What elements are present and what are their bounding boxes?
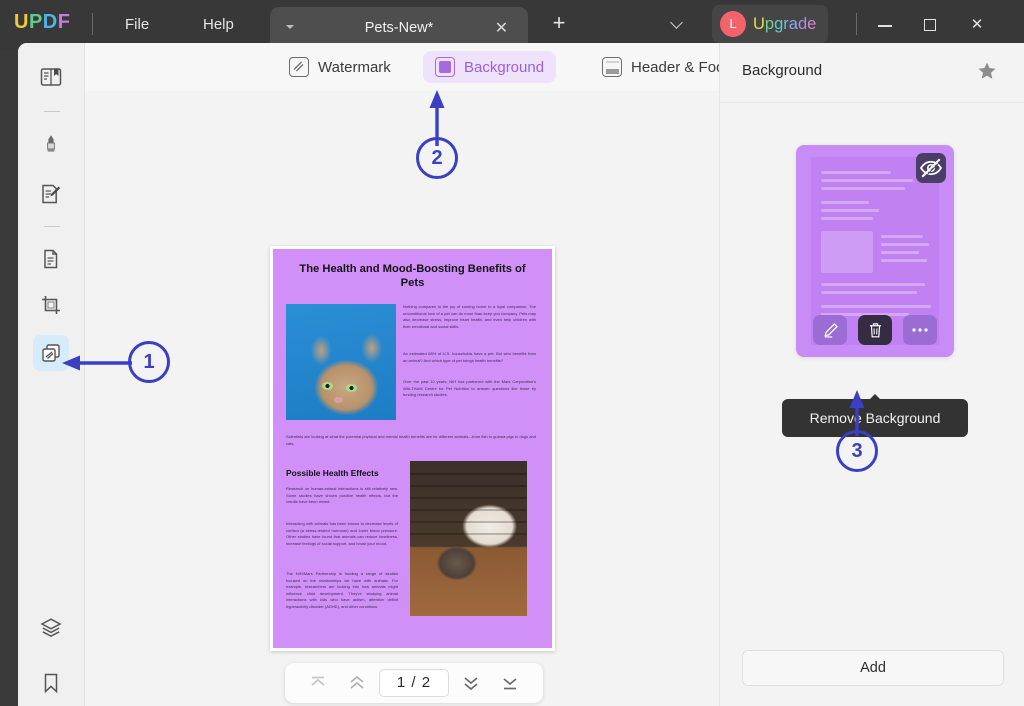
logo-letter-d: D — [42, 11, 58, 33]
sidebar-item-reader[interactable] — [33, 59, 69, 95]
bookmark-icon — [44, 673, 58, 694]
avatar[interactable]: L — [720, 11, 746, 37]
annotation-arrow-3 — [849, 390, 865, 436]
reader-book-icon — [40, 68, 62, 86]
edit-document-pencil-icon — [42, 184, 61, 204]
updf-logo: UPDF — [14, 11, 70, 34]
background-preview-card[interactable] — [796, 145, 954, 357]
document-section-heading: Possible Health Effects — [286, 468, 379, 478]
minimize-button[interactable] — [870, 10, 900, 40]
sidebar-item-layers[interactable] — [33, 610, 69, 646]
panel-title: Background — [742, 62, 823, 79]
updf-app-window: UPDF File Help Pets-New* ✕ + L Upgrade ✕ — [0, 0, 1024, 706]
document-paragraph: Over the past 10 years, NIH has partnere… — [403, 379, 536, 398]
more-options-button[interactable] — [903, 315, 937, 345]
watermark-slash-glyph — [293, 61, 304, 72]
ellipsis-icon — [912, 328, 928, 332]
toolbar-tab-watermark-label: Watermark — [318, 58, 391, 76]
background-icon — [435, 57, 455, 77]
background-panel: Background Remove Background Add — [719, 43, 1024, 706]
chevron-down-icon[interactable] — [668, 17, 690, 31]
eye-off-icon — [919, 158, 943, 179]
main-window: Watermark Background Header & Footer The… — [18, 43, 1024, 706]
sidebar-item-crop-pages[interactable] — [33, 287, 69, 323]
watermark-icon — [289, 57, 309, 77]
crop-icon — [42, 296, 60, 314]
remove-background-tooltip: Remove Background — [782, 394, 968, 437]
hide-background-button[interactable] — [916, 153, 946, 183]
first-page-icon — [311, 676, 325, 686]
last-page-button[interactable] — [493, 669, 527, 697]
background-card-actions — [796, 315, 954, 347]
background-panel-header: Background — [720, 43, 1024, 103]
pencil-icon — [823, 322, 838, 338]
header-footer-icon — [602, 57, 622, 77]
sidebar-item-edit-pdf[interactable] — [33, 176, 69, 212]
document-paragraph: Scientists are looking at what the poten… — [286, 434, 536, 446]
toolbar-tab-watermark[interactable]: Watermark — [277, 51, 403, 83]
document-paragraph: The NIH/Mars Partnership is funding a ra… — [286, 571, 398, 609]
document-title: The Health and Mood-Boosting Benefits of… — [299, 263, 526, 289]
menu-file[interactable]: File — [125, 12, 149, 38]
toolbar-tab-background[interactable]: Background — [423, 51, 557, 83]
upgrade-button[interactable]: L Upgrade — [712, 5, 829, 43]
document-paragraph: Research on human-animal interactions is… — [286, 486, 398, 505]
add-background-button[interactable]: Add — [742, 650, 1004, 686]
layers-icon — [40, 618, 62, 638]
dog-cat-photo — [410, 461, 527, 616]
document-paragraph: Interacting with animals has been shown … — [286, 521, 398, 546]
left-sidebar — [18, 43, 85, 706]
sidebar-divider-1 — [44, 111, 60, 112]
background-fill-glyph — [439, 61, 451, 73]
sidebar-divider-2 — [44, 226, 60, 227]
next-page-icon — [464, 677, 478, 691]
favorite-star-button[interactable] — [977, 61, 997, 86]
document-paragraph: Nothing compares to the joy of coming ho… — [403, 304, 536, 329]
first-page-button[interactable] — [301, 669, 335, 697]
sidebar-item-bookmarks[interactable] — [33, 665, 69, 701]
logo-letter-f: F — [57, 11, 71, 33]
trash-icon — [869, 323, 881, 338]
previous-page-icon — [350, 675, 364, 689]
logo-letter-p: P — [28, 11, 43, 33]
page-navigation-bar: 1 / 2 — [285, 663, 543, 703]
titlebar-divider-left — [92, 13, 93, 35]
highlighter-marker-icon — [47, 135, 55, 152]
page-organize-icon — [44, 249, 58, 269]
background-toolbar: Watermark Background Header & Footer — [85, 43, 785, 91]
sidebar-item-organize-pages[interactable] — [33, 241, 69, 277]
page-number-input[interactable]: 1 / 2 — [379, 669, 449, 697]
new-tab-button[interactable]: + — [548, 12, 570, 35]
menu-help[interactable]: Help — [203, 12, 234, 38]
titlebar-divider-right — [856, 13, 857, 35]
close-icon[interactable]: ✕ — [493, 20, 510, 37]
sidebar-item-annotate[interactable] — [33, 126, 69, 162]
logo-letter-u: U — [14, 11, 29, 33]
last-page-icon — [503, 678, 517, 690]
annotation-step-3: 3 — [836, 430, 878, 472]
annotation-arrow-1 — [62, 355, 132, 371]
previous-page-button[interactable] — [340, 669, 374, 697]
remove-background-button[interactable] — [858, 315, 892, 345]
close-window-button[interactable]: ✕ — [962, 10, 992, 40]
document-paragraph: An estimated 68% of U.S. households have… — [403, 351, 536, 363]
upgrade-label: Upgrade — [753, 14, 817, 33]
annotation-arrow-2 — [429, 90, 445, 146]
next-page-button[interactable] — [454, 669, 488, 697]
star-filled-icon — [978, 62, 996, 79]
toolbar-tab-background-label: Background — [464, 58, 545, 76]
annotation-step-1: 1 — [128, 341, 170, 383]
maximize-button[interactable] — [915, 10, 945, 40]
document-view[interactable]: The Health and Mood-Boosting Benefits of… — [85, 91, 719, 706]
cat-photo — [286, 304, 396, 420]
edit-background-button[interactable] — [813, 315, 847, 345]
pdf-page[interactable]: The Health and Mood-Boosting Benefits of… — [270, 246, 555, 651]
